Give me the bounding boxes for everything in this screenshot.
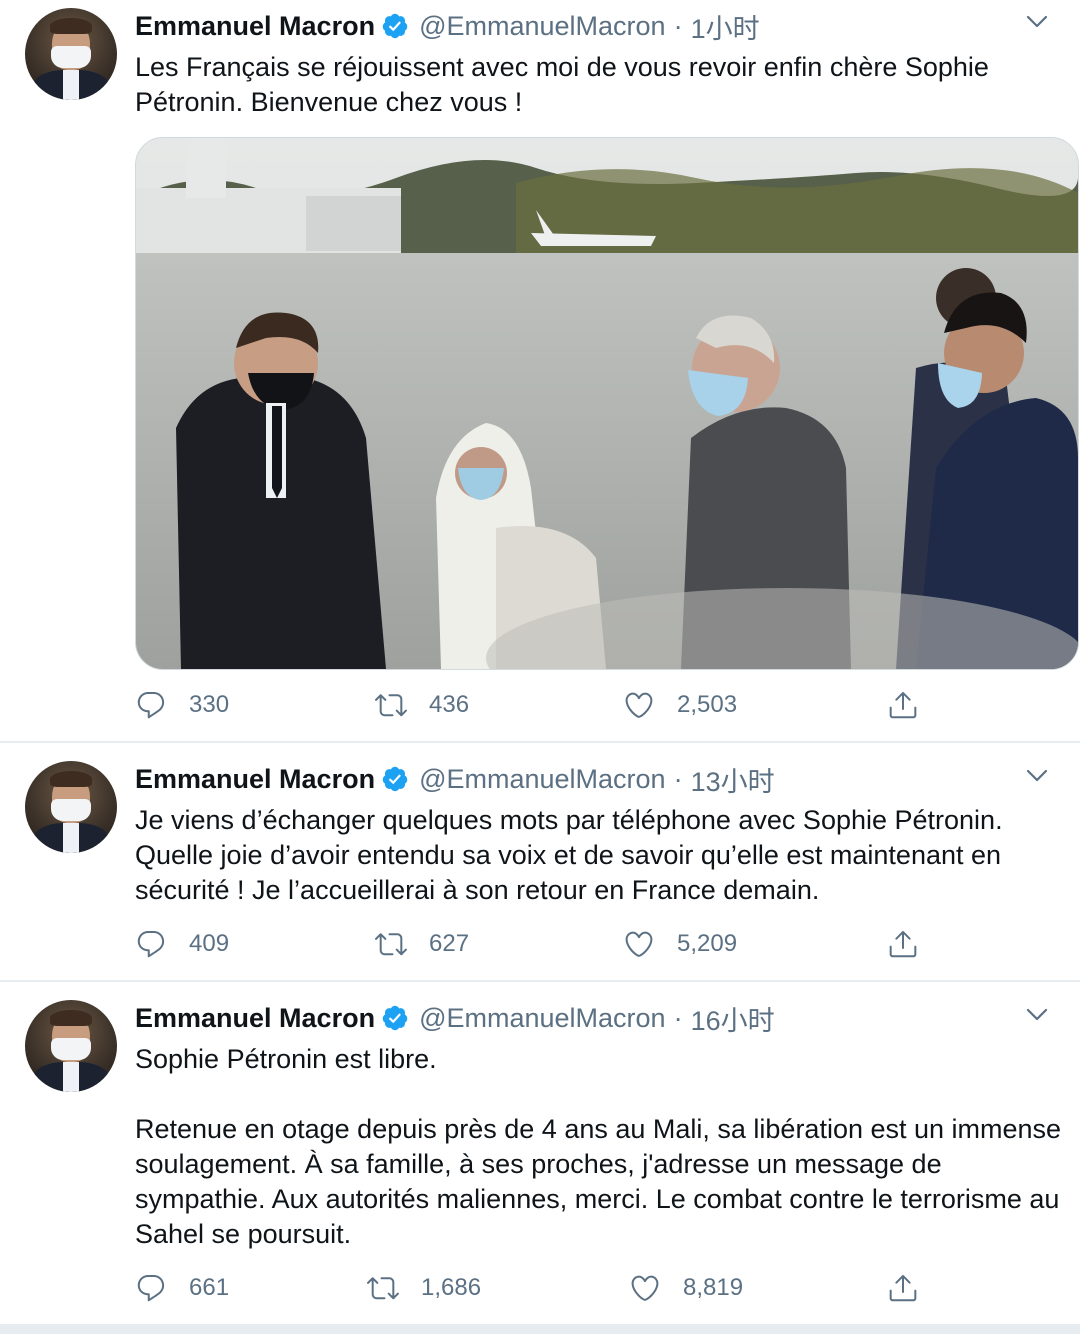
author-name[interactable]: Emmanuel Macron	[135, 11, 375, 42]
retweet-button[interactable]: 436	[375, 685, 469, 725]
verified-badge-icon	[382, 13, 408, 39]
reply-button[interactable]: 661	[135, 1268, 229, 1308]
author-handle[interactable]: @EmmanuelMacron	[419, 1003, 666, 1034]
separator: ·	[673, 763, 683, 794]
reply-icon	[137, 691, 165, 719]
reply-button[interactable]: 330	[135, 685, 229, 725]
timeline-bottom-border	[0, 1324, 1080, 1334]
timestamp[interactable]: 1小时	[691, 7, 760, 46]
tweet-text: Sophie Pétronin est libre. Retenue en ot…	[135, 1044, 1062, 1249]
avatar[interactable]	[25, 8, 117, 100]
avatar[interactable]	[25, 1000, 117, 1092]
tweet-actions: 409 627 5,209	[135, 924, 935, 964]
like-button[interactable]: 8,819	[629, 1268, 743, 1308]
reply-count: 661	[189, 1274, 230, 1301]
tweet-text: Les Français se réjouissent avec moi de …	[135, 52, 997, 117]
tweet-header: Emmanuel Macron @EmmanuelMacron · 16小时	[135, 1000, 775, 1036]
like-count: 5,209	[677, 930, 738, 957]
tweet[interactable]: Emmanuel Macron @EmmanuelMacron · 1小时 Le…	[0, 0, 1080, 742]
reply-count: 330	[189, 691, 230, 718]
tweet[interactable]: Emmanuel Macron @EmmanuelMacron · 16小时 S…	[0, 982, 1080, 1324]
chevron-down-icon[interactable]	[1026, 1008, 1048, 1022]
like-icon	[631, 1275, 659, 1301]
reply-count: 409	[189, 930, 230, 957]
separator: ·	[673, 1002, 683, 1033]
separator: ·	[673, 10, 683, 41]
retweet-button[interactable]: 1,686	[367, 1268, 481, 1308]
reply-icon	[137, 1274, 165, 1302]
retweet-button[interactable]: 627	[375, 924, 469, 964]
share-icon	[889, 1275, 917, 1302]
tweet-actions: 330 436 2,503	[135, 685, 935, 725]
tweet-actions: 661 1,686 8,819	[135, 1268, 935, 1308]
like-icon	[625, 931, 653, 957]
timestamp[interactable]: 16小时	[691, 999, 775, 1038]
like-icon	[625, 692, 653, 718]
verified-badge-icon	[382, 766, 408, 792]
verified-badge-icon	[382, 1005, 408, 1031]
chevron-down-icon[interactable]	[1026, 15, 1048, 29]
chevron-down-icon[interactable]	[1026, 769, 1048, 783]
like-button[interactable]: 2,503	[623, 685, 737, 725]
like-count: 8,819	[683, 1274, 744, 1301]
share-button[interactable]	[887, 685, 919, 725]
retweet-icon	[375, 933, 407, 956]
retweet-count: 436	[429, 691, 470, 718]
like-count: 2,503	[677, 691, 738, 718]
share-button[interactable]	[887, 924, 919, 964]
reply-button[interactable]: 409	[135, 924, 229, 964]
tweet-text: Je viens d’échanger quelques mots par té…	[135, 805, 1011, 905]
share-button[interactable]	[887, 1268, 919, 1308]
retweet-icon	[367, 1277, 399, 1300]
retweet-count: 1,686	[421, 1274, 482, 1301]
author-name[interactable]: Emmanuel Macron	[135, 764, 375, 795]
tweet-header: Emmanuel Macron @EmmanuelMacron · 13小时	[135, 761, 775, 797]
reply-icon	[137, 930, 165, 958]
avatar[interactable]	[25, 761, 117, 853]
author-name[interactable]: Emmanuel Macron	[135, 1003, 375, 1034]
author-handle[interactable]: @EmmanuelMacron	[419, 764, 666, 795]
timestamp[interactable]: 13小时	[691, 760, 775, 799]
tweet-header: Emmanuel Macron @EmmanuelMacron · 1小时	[135, 8, 760, 44]
author-handle[interactable]: @EmmanuelMacron	[419, 11, 666, 42]
share-icon	[889, 931, 917, 958]
tweet-photo[interactable]	[135, 137, 1079, 670]
retweet-icon	[375, 694, 407, 717]
like-button[interactable]: 5,209	[623, 924, 737, 964]
retweet-count: 627	[429, 930, 470, 957]
share-icon	[889, 692, 917, 719]
tweet[interactable]: Emmanuel Macron @EmmanuelMacron · 13小时 J…	[0, 743, 1080, 980]
